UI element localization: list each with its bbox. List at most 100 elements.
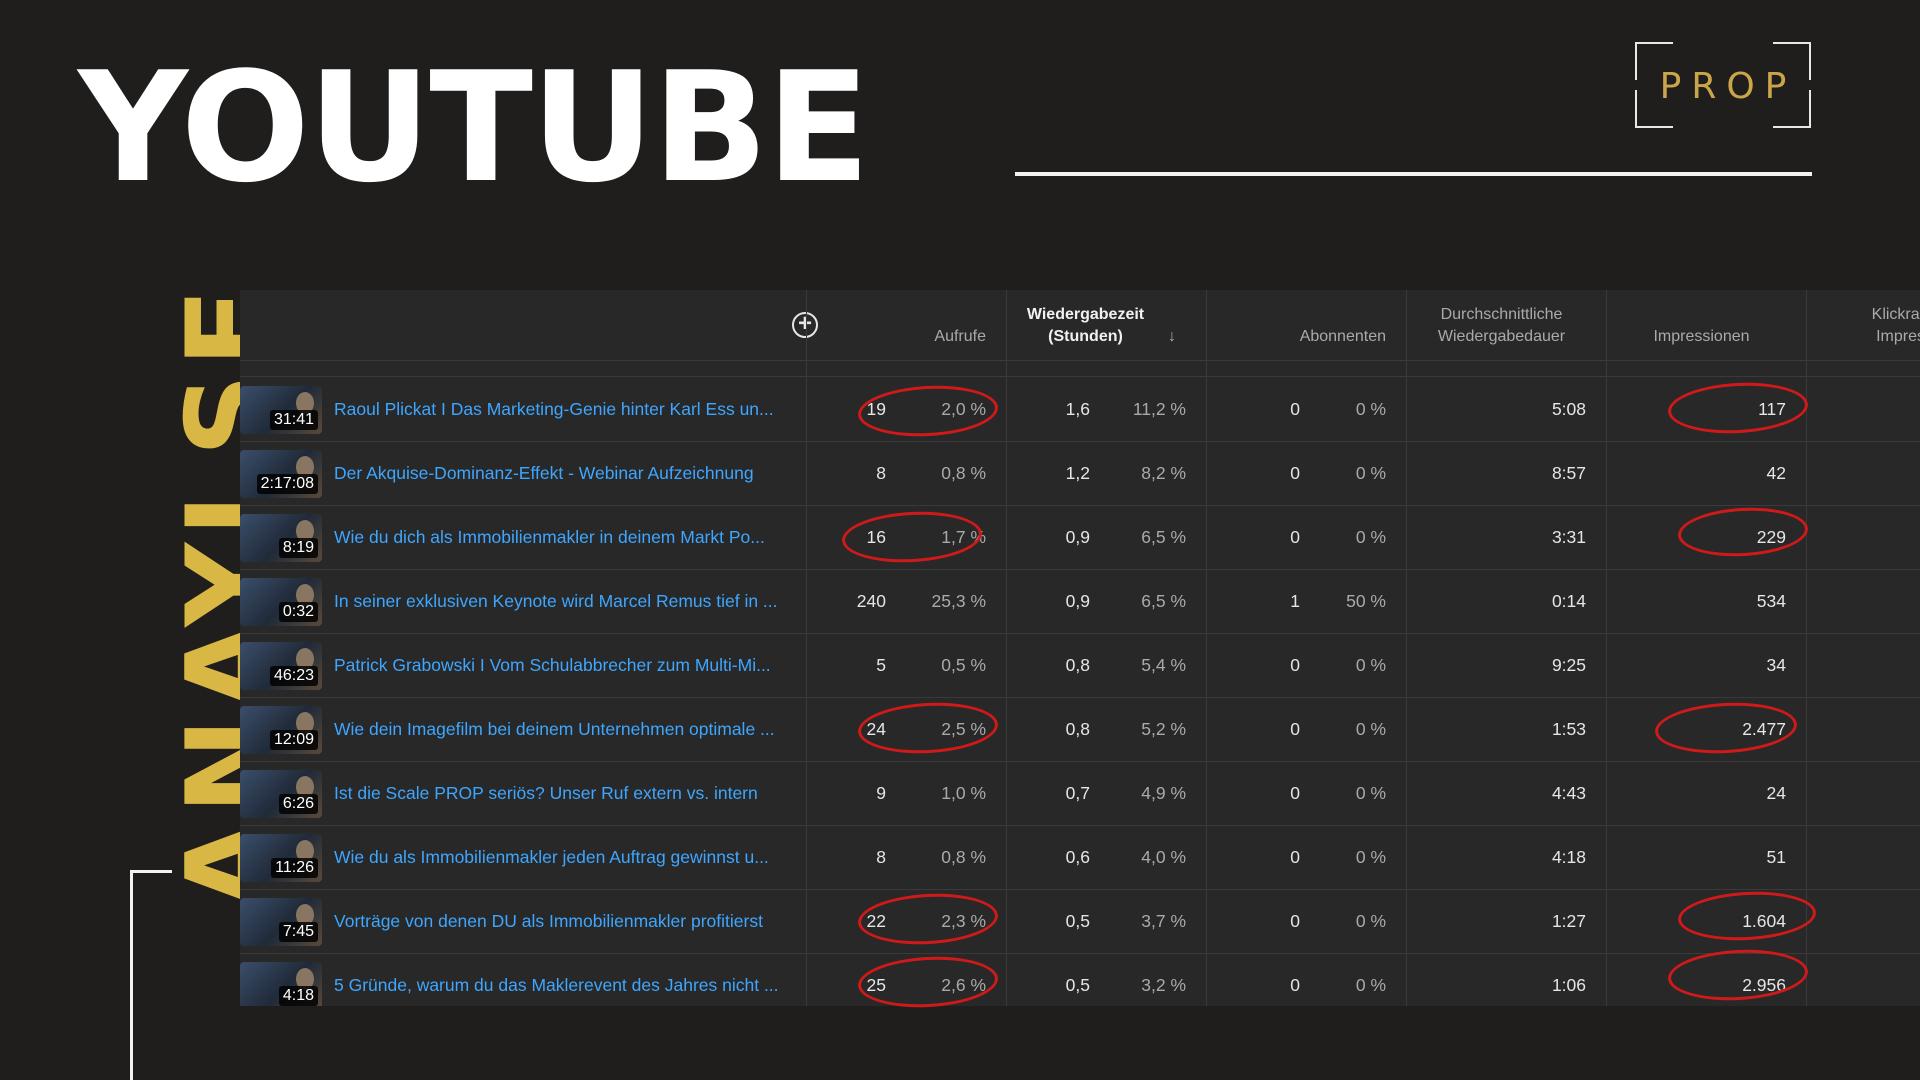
video-thumbnail[interactable]: 8:19 — [240, 514, 322, 562]
views-value: 8 — [876, 463, 886, 483]
subscribers-value: 0 — [1290, 399, 1300, 419]
subscribers-value: 0 — [1290, 975, 1300, 995]
video-duration: 6:26 — [278, 794, 318, 814]
video-title-link[interactable]: 5 Gründe, warum du das Maklerevent des J… — [334, 954, 796, 1006]
table-row[interactable]: 8:19 Wie du dich als Immobilienmakler in … — [240, 506, 1920, 570]
video-thumbnail[interactable]: 31:41 — [240, 386, 322, 434]
watch-time-percent: 5,4 % — [1141, 655, 1186, 675]
subscribers-value: 0 — [1290, 719, 1300, 739]
video-thumbnail[interactable]: 12:09 — [240, 706, 322, 754]
video-duration: 12:09 — [269, 730, 318, 750]
subscribers-value: 0 — [1290, 847, 1300, 867]
side-divider — [130, 872, 133, 1080]
watch-time-percent: 3,7 % — [1141, 911, 1186, 931]
table-row[interactable]: 6:26 Ist die Scale PROP seriös? Unser Ruf… — [240, 762, 1920, 826]
avg-duration-value: 4:18 — [1551, 847, 1586, 867]
video-title-link[interactable]: Raoul Plickat I Das Marketing-Genie hint… — [334, 378, 796, 441]
views-value: 9 — [876, 783, 886, 803]
impressions-value: 42 — [1766, 463, 1786, 483]
video-duration: 46:23 — [269, 666, 318, 686]
video-title-link[interactable]: Patrick Grabowski I Vom Schulabbrecher z… — [334, 634, 796, 697]
subscribers-value: 0 — [1290, 463, 1300, 483]
video-thumbnail[interactable]: 6:26 — [240, 770, 322, 818]
video-thumbnail[interactable]: 11:26 — [240, 834, 322, 882]
video-title-link[interactable]: Wie dein Imagefilm bei deinem Unternehme… — [334, 698, 796, 761]
video-title-link[interactable]: Wie du als Immobilienmakler jeden Auftra… — [334, 826, 796, 889]
analytics-table: + Aufrufe Wiedergabezeit (Stunden) ↓ Abon… — [240, 290, 1920, 1006]
video-duration: 7:45 — [278, 922, 318, 942]
avg-duration-value: 3:31 — [1551, 527, 1586, 547]
video-title-link[interactable]: Ist die Scale PROP seriös? Unser Ruf ext… — [334, 762, 796, 825]
subscribers-percent: 0 % — [1355, 655, 1386, 675]
views-percent: 25,3 % — [931, 591, 986, 611]
video-duration: 2:17:08 — [256, 474, 318, 494]
subscribers-percent: 0 % — [1355, 847, 1386, 867]
avg-duration-value: 1:27 — [1551, 911, 1586, 931]
views-percent: 0,5 % — [941, 655, 986, 675]
watch-time-value: 0,5 — [1065, 911, 1090, 931]
header-watch-time[interactable]: Wiedergabezeit (Stunden) ↓ — [1006, 290, 1206, 360]
impressions-value: 51 — [1766, 847, 1786, 867]
watch-time-value: 1,6 — [1065, 399, 1090, 419]
avg-duration-value: 9:25 — [1551, 655, 1586, 675]
watch-time-value: 0,7 — [1065, 783, 1090, 803]
header-views[interactable]: Aufrufe — [806, 290, 1006, 360]
subscribers-percent: 0 % — [1355, 719, 1386, 739]
watch-time-value: 0,9 — [1065, 591, 1090, 611]
table-row[interactable]: 0:32 In seiner exklusiven Keynote wird Ma… — [240, 570, 1920, 634]
video-thumbnail[interactable]: 7:45 — [240, 898, 322, 946]
watch-time-percent: 4,0 % — [1141, 847, 1186, 867]
subscribers-value: 0 — [1290, 527, 1300, 547]
video-thumbnail[interactable]: 0:32 — [240, 578, 322, 626]
table-header: + Aufrufe Wiedergabezeit (Stunden) ↓ Abon… — [240, 290, 1920, 361]
watch-time-percent: 6,5 % — [1141, 591, 1186, 611]
watch-time-percent: 6,5 % — [1141, 527, 1186, 547]
subscribers-value: 0 — [1290, 783, 1300, 803]
header-subscribers[interactable]: Abonnenten — [1206, 290, 1406, 360]
slide-title: YOUTUBE — [78, 39, 870, 216]
video-thumbnail[interactable]: 46:23 — [240, 642, 322, 690]
video-duration: 31:41 — [269, 410, 318, 430]
avg-duration-value: 0:14 — [1551, 591, 1586, 611]
watch-time-value: 1,2 — [1065, 463, 1090, 483]
video-title-link[interactable]: Wie du dich als Immobilienmakler in dein… — [334, 506, 796, 569]
header-impressions[interactable]: Impressionen — [1606, 290, 1806, 360]
table-row[interactable]: 2:17:08 Der Akquise-Dominanz-Effekt - Web… — [240, 442, 1920, 506]
watch-time-value: 0,6 — [1065, 847, 1090, 867]
views-percent: 0,8 % — [941, 847, 986, 867]
table-row[interactable]: 7:45 Vorträge von denen DU als Immobilien… — [240, 890, 1920, 954]
watch-time-percent: 11,2 % — [1132, 399, 1186, 419]
views-value: 5 — [876, 655, 886, 675]
video-title-link[interactable]: In seiner exklusiven Keynote wird Marcel… — [334, 570, 796, 633]
video-thumbnail[interactable]: 2:17:08 — [240, 450, 322, 498]
subscribers-percent: 0 % — [1355, 783, 1386, 803]
sort-down-icon: ↓ — [1168, 328, 1176, 345]
video-title-link[interactable]: Der Akquise-Dominanz-Effekt - Webinar Au… — [334, 442, 796, 505]
avg-duration-value: 4:43 — [1551, 783, 1586, 803]
video-duration: 0:32 — [278, 602, 318, 622]
subscribers-value: 1 — [1290, 591, 1300, 611]
header-ctr[interactable]: Klickrate Impress — [1806, 290, 1920, 360]
subscribers-value: 0 — [1290, 655, 1300, 675]
video-title-link[interactable]: Vorträge von denen DU als Immobilienmakl… — [334, 890, 796, 953]
table-row[interactable]: 11:26 Wie du als Immobilienmakler jeden A… — [240, 826, 1920, 890]
views-value: 240 — [856, 591, 886, 611]
video-duration: 11:26 — [271, 858, 318, 878]
header-separator — [240, 376, 1920, 377]
views-value: 8 — [876, 847, 886, 867]
side-divider-tick — [130, 870, 172, 873]
impressions-value: 34 — [1766, 655, 1786, 675]
logo-text: PROP — [1659, 66, 1797, 107]
table-row[interactable]: 46:23 Patrick Grabowski I Vom Schulabbrec… — [240, 634, 1920, 698]
subscribers-percent: 0 % — [1355, 527, 1386, 547]
video-thumbnail[interactable]: 4:18 — [240, 962, 322, 1006]
avg-duration-value: 5:08 — [1551, 399, 1586, 419]
watch-time-value: 0,8 — [1065, 719, 1090, 739]
header-avg-duration[interactable]: Durchschnittliche Wiedergabedauer — [1406, 290, 1606, 360]
watch-time-value: 0,5 — [1065, 975, 1090, 995]
watch-time-percent: 3,2 % — [1141, 975, 1186, 995]
avg-duration-value: 8:57 — [1551, 463, 1586, 483]
views-percent: 1,0 % — [941, 783, 986, 803]
watch-time-value: 0,8 — [1065, 655, 1090, 675]
subscribers-value: 0 — [1290, 911, 1300, 931]
